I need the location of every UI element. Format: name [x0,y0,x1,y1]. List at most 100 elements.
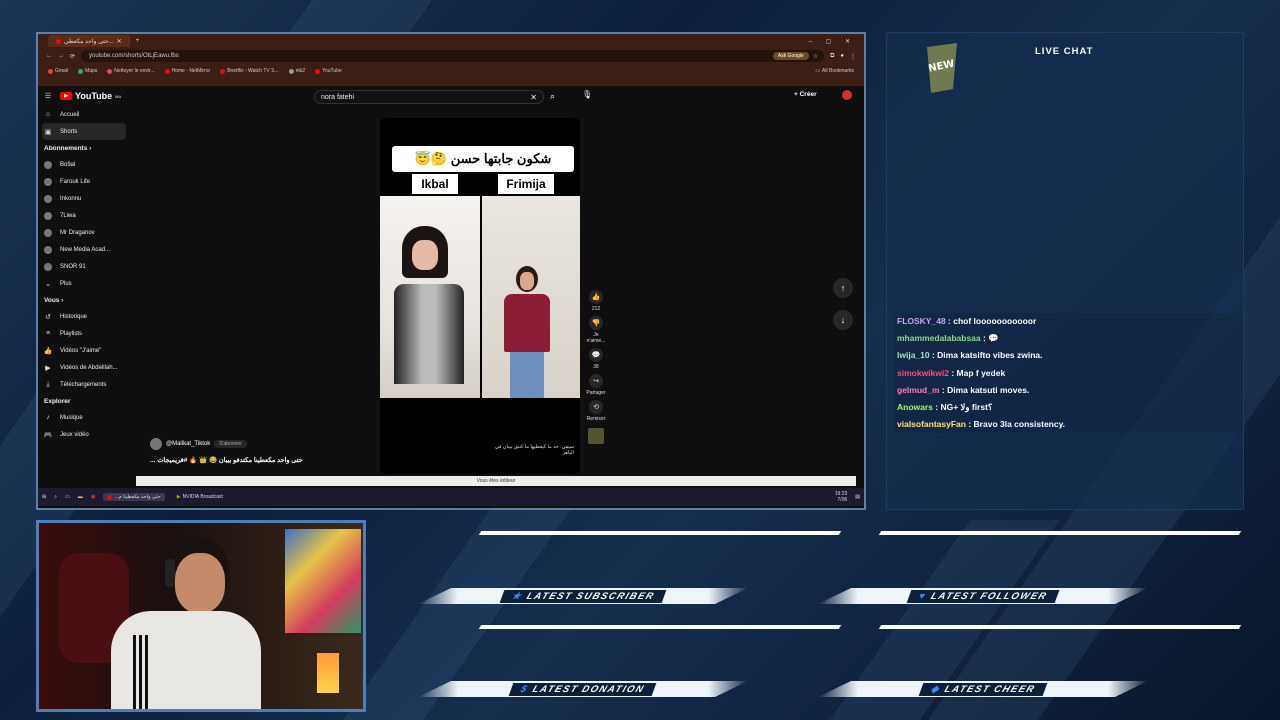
menu-icon[interactable]: ⋮ [850,53,856,60]
subscription-item[interactable]: New Media Acad... [38,241,130,258]
bookmark[interactable]: Maps [78,68,97,74]
channel-avatar[interactable] [150,438,162,450]
all-bookmarks[interactable]: ▭ All Bookmarks [815,68,854,74]
remix-button[interactable]: ⟲ [589,400,603,414]
start-icon[interactable]: ⊞ [42,494,46,500]
notifications-icon[interactable]: ▤ [855,494,860,500]
subscriptions-header[interactable]: Abonnements › [38,140,130,156]
like-button[interactable]: 👍 [589,290,603,304]
chat-text: 💬 [988,333,999,344]
alert-label: ◆ LATEST CHEER [818,681,1148,697]
bookmark[interactable]: Nettoyer le envir... [107,68,155,74]
comments-button[interactable]: 💬 [589,348,603,362]
search-icon[interactable]: ⌕ [54,494,57,500]
subscription-item[interactable]: Farouk Life [38,173,130,190]
sidebar-item-shorts[interactable]: ▣ Shorts [42,123,126,140]
window-controls[interactable]: – ▢ ✕ [809,38,864,45]
chat-username[interactable]: vialsofantasyFan [897,419,966,429]
extensions-icon[interactable]: ⧉ [830,53,834,60]
browser-chrome: حتى واحد مكعطي... ✕ + – ▢ ✕ ← → ⟳ youtub… [38,34,864,86]
close-icon[interactable]: ✕ [117,38,122,45]
next-short-button[interactable]: ↓ [833,310,853,330]
short-video-player[interactable]: شكون جابتها حسن 🤔😇 Ikbal Frimija سيفي: ح… [380,118,580,474]
clock[interactable]: 19:23 7/06 [835,491,848,503]
clear-search-icon[interactable]: ✕ [530,93,537,102]
subscription-item[interactable]: Inkonnu [38,190,130,207]
you-header[interactable]: Vous › [38,292,130,308]
video-right-frame [482,196,580,398]
show-more-button[interactable]: ⌄ Plus [38,275,130,292]
diamond-icon: ◆ [929,683,942,695]
sidebar-item-history[interactable]: ↺ Historique [38,308,130,325]
bookmark[interactable]: Bnetflix - Watch TV S... [220,68,279,74]
chat-message: Anowars : NG+ ولا first؟ [895,398,1243,417]
taskbar-item-browser[interactable]: حتى واحد مكعطينا م... [103,493,165,501]
avatar[interactable] [842,90,852,100]
search-input[interactable]: nora fatehi ✕ [314,90,544,104]
create-button[interactable]: + Créer [794,91,817,98]
chat-username[interactable]: gelmud_m [897,385,940,395]
new-tab-icon[interactable]: + [136,38,140,44]
dislike-button[interactable]: 👎 [589,316,603,330]
sleeve-stripes [133,635,151,709]
bookmark[interactable]: Gmail [48,68,68,74]
folder-icon: ▭ [815,68,821,74]
ask-google-button[interactable]: Ask Google [772,52,809,60]
subscription-item[interactable]: 7Liwa [38,207,130,224]
chat-panel: NEW LIVE CHAT FLOSKY_48 : chof loooooooo… [886,32,1244,510]
face-shape [175,553,225,613]
chat-username[interactable]: lwija_10 [897,350,930,360]
forward-icon[interactable]: → [58,53,64,59]
sound-thumbnail[interactable] [588,428,604,444]
bookmark[interactable]: Home - NetMirror [164,68,210,74]
sidebar-item-gaming[interactable]: 🎮 Jeux vidéo [38,426,130,443]
sidebar-item-playlists[interactable]: ≡ Playlists [38,325,130,342]
sidebar-item-home[interactable]: ⌂ Accueil [38,106,130,123]
task-view-icon[interactable]: ▭ [65,494,70,500]
bookmark[interactable]: YouTube [315,68,342,74]
channel-name[interactable]: @Malikat_Tiktok [166,441,210,447]
editor-notice: Vous êtes éditeur [136,476,856,486]
subscription-item[interactable]: Bo9al [38,156,130,173]
subscribe-button[interactable]: S'abonner [214,440,247,448]
search-icon[interactable]: ⌕ [550,91,555,102]
bookmark[interactable]: nib2 [288,68,305,74]
netmirror-icon [164,68,170,74]
history-icon: ↺ [45,313,51,321]
sidebar-item-downloads[interactable]: ⤓ Téléchargements [38,376,130,393]
tab-bar: حتى واحد مكعطي... ✕ + – ▢ ✕ [38,34,864,48]
microphone-icon[interactable]: 🎙 [582,90,592,99]
profile-icon[interactable]: ● [840,53,844,59]
chat-username[interactable]: Anowars [897,402,933,412]
previous-short-button[interactable]: ↑ [833,278,853,298]
sidebar-item-music[interactable]: ♪ Musique [38,409,130,426]
subscription-item[interactable]: SNOR 91 [38,258,130,275]
app-icon[interactable]: ▣ [91,494,96,500]
latest-donation-alert: $ LATEST DONATION [418,681,748,697]
address-bar[interactable]: youtube.com/shorts/OtLjEawu.fbs Ask Goog… [81,50,825,62]
reload-icon[interactable]: ⟳ [70,53,75,60]
webcam-feed [36,520,366,712]
chat-username[interactable]: simokwikwi2 [897,368,949,378]
sidebar-item-liked[interactable]: 👍 Vidéos "J'aime" [38,342,130,359]
chat-username[interactable]: FLOSKY_48 [897,316,946,326]
download-icon: ⤓ [46,380,50,388]
back-icon[interactable]: ← [46,53,52,59]
video-left-frame [380,196,480,398]
file-explorer-icon[interactable]: ▬ [78,494,83,500]
home-icon: ⌂ [45,111,51,118]
decor-plate [478,531,842,535]
channel-avatar [44,160,52,169]
taskbar-item-nvidia[interactable]: ▶ NVIDIA Broadcast [173,493,227,501]
chat-username[interactable]: mhammedalababsaa [897,333,981,343]
youtube-logo[interactable]: ▶ YouTube MA [60,91,121,101]
star-icon[interactable]: ☆ [813,53,818,60]
share-button[interactable]: ↪ [589,374,603,388]
sidebar-item-your-videos[interactable]: ▶ Vidéos de Abdelilah... [38,359,130,376]
hamburger-icon[interactable]: ☰ [44,92,52,100]
chat-separator: : [939,384,948,395]
browser-tab[interactable]: حتى واحد مكعطي... ✕ [48,35,130,47]
channel-avatar [44,245,52,254]
subscription-item[interactable]: Mr Draganov [38,224,130,241]
headphones-shape [165,559,175,587]
